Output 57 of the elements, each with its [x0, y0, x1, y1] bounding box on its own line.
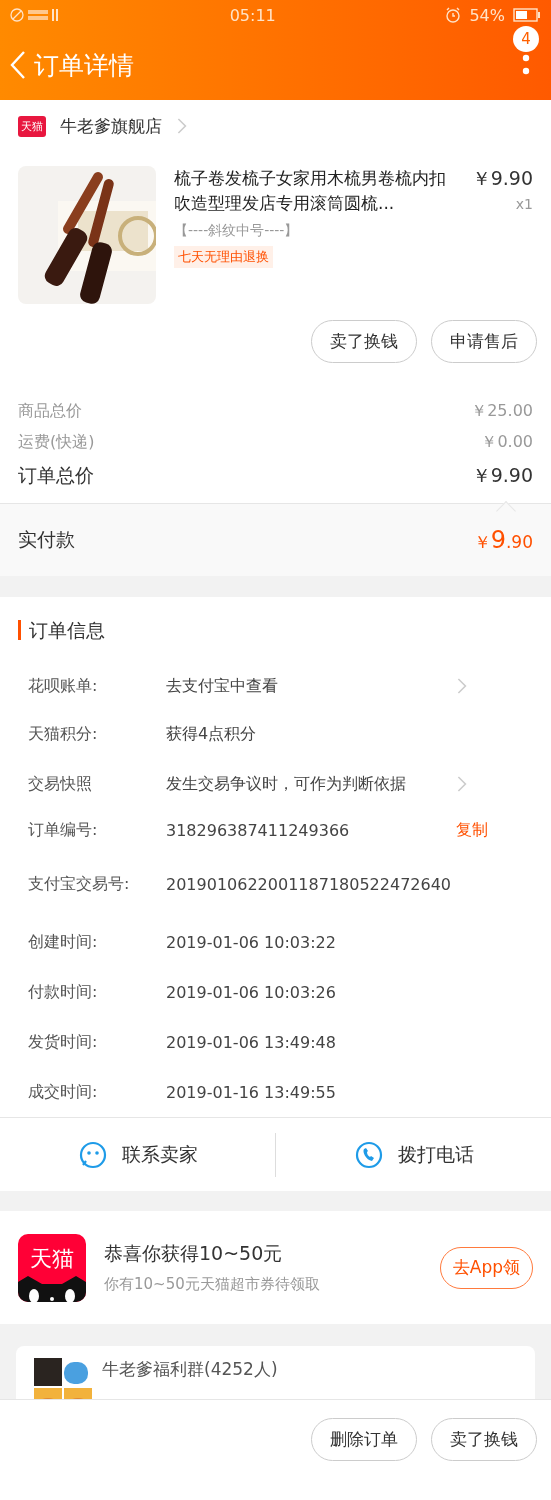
summary-value: ￥9.90 — [471, 463, 533, 488]
return-policy-tag: 七天无理由退换 — [174, 246, 273, 268]
summary-label: 运费(快递) — [18, 432, 95, 453]
contact-button[interactable]: 联系卖家 — [0, 1132, 275, 1177]
chevron-right-icon — [456, 775, 467, 793]
info-value: 2019-01-06 10:03:22 — [166, 932, 337, 952]
info-label: 花呗账单: — [28, 675, 99, 697]
page-title: 订单详情 — [34, 49, 134, 82]
product-price: ￥9.90 — [471, 166, 533, 191]
summary-value: ￥0.00 — [481, 432, 533, 453]
info-value: 2019-01-16 13:49:55 — [166, 1082, 337, 1102]
product-variant: 【----斜纹中号----】 — [174, 222, 300, 240]
info-label: 天猫积分: — [28, 723, 99, 745]
status-time: 05:11 — [229, 5, 276, 25]
summary-label: 订单总价 — [18, 463, 94, 488]
info-value[interactable]: 去支付宝中查看 — [166, 675, 456, 697]
product-quantity: x1 — [515, 196, 533, 212]
info-label: 订单编号: — [28, 819, 99, 841]
store-name[interactable]: 牛老爹旗舰店 — [60, 114, 162, 138]
paid-label: 实付款 — [18, 527, 75, 552]
paid-amount: ￥9.90 — [473, 526, 533, 554]
info-label: 付款时间: — [28, 981, 99, 1003]
section-title: 订单信息 — [18, 620, 105, 640]
info-value: 2019010622001187180522472640 — [166, 874, 453, 894]
chevron-right-icon — [456, 677, 467, 695]
notification-badge: 4 — [513, 26, 539, 52]
contact-button[interactable]: 拨打电话 — [276, 1132, 551, 1177]
action-button[interactable]: 卖了换钱 — [311, 320, 417, 363]
tmall-app-icon: 天猫 — [18, 1233, 86, 1302]
info-label: 创建时间: — [28, 931, 99, 953]
promo-title: 恭喜你获得10~50元 — [104, 1241, 284, 1266]
phone-icon — [353, 1139, 384, 1170]
chevron-right-icon — [176, 117, 187, 135]
back-icon[interactable] — [10, 50, 26, 80]
info-label: 交易快照 — [28, 773, 93, 795]
chat-icon — [77, 1139, 108, 1170]
signal-icon — [10, 8, 60, 22]
action-button[interactable]: 删除订单 — [311, 1418, 417, 1461]
summary-value: ￥25.00 — [471, 401, 533, 422]
battery-icon — [513, 8, 541, 22]
info-value: 2019-01-06 13:49:48 — [166, 1032, 337, 1052]
action-button[interactable]: 申请售后 — [431, 320, 537, 363]
product-title[interactable]: 梳子卷发梳子女家用木梳男卷梳内扣吹造型理发店专用滚筒圆梳... — [174, 166, 454, 216]
more-icon[interactable] — [522, 54, 530, 76]
alarm-icon — [445, 7, 462, 23]
action-button[interactable]: 卖了换钱 — [431, 1418, 537, 1461]
summary-label: 商品总价 — [18, 401, 82, 422]
info-label: 发货时间: — [28, 1031, 99, 1053]
info-value[interactable]: 发生交易争议时，可作为判断依据 — [166, 773, 456, 795]
info-value: 318296387411249366 — [166, 820, 351, 840]
tmall-badge: 天猫 — [18, 115, 46, 137]
info-value: 2019-01-06 10:03:26 — [166, 982, 337, 1002]
info-value: 获得4点积分 — [166, 723, 258, 745]
info-label: 成交时间: — [28, 1081, 99, 1103]
info-label: 支付宝交易号: — [28, 873, 131, 895]
battery-level: 54% — [469, 5, 505, 25]
promo-subtitle: 你有10~50元天猫超市券待领取 — [104, 1275, 321, 1294]
